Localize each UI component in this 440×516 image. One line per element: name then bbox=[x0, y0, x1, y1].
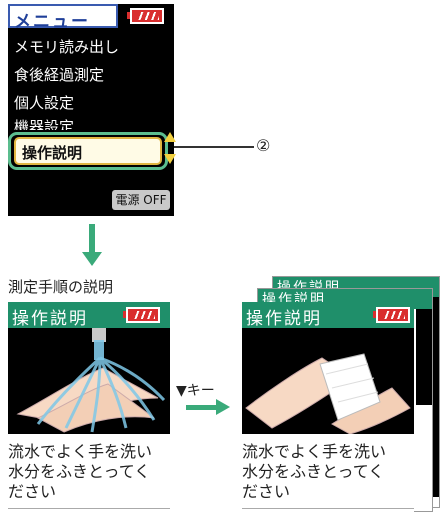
menu-item-personal[interactable]: 個人設定 bbox=[14, 92, 74, 113]
callout-marker: ② bbox=[256, 136, 271, 155]
menu-title: メニュー bbox=[14, 12, 90, 32]
selection-highlight bbox=[8, 132, 168, 170]
scroll-down-icon[interactable] bbox=[164, 154, 176, 164]
down-arrow-head bbox=[82, 252, 102, 266]
instruction-line-3: ださい bbox=[8, 482, 57, 501]
instruction-line-2: 水分をふきとってく bbox=[8, 462, 151, 481]
instruction-line-2: 水分をふきとってく bbox=[242, 462, 385, 481]
battery-tip bbox=[127, 12, 130, 19]
battery-icon bbox=[130, 8, 164, 24]
stacked-screen-edge bbox=[416, 309, 432, 405]
hand-washing-icon bbox=[16, 328, 166, 433]
operation-screen-1: 操作説明 流水でよく手を洗い 水分をふきとってく ださい bbox=[8, 302, 170, 516]
screen-bottom-line bbox=[242, 508, 414, 509]
down-arrow bbox=[89, 224, 95, 254]
screen-title: 操作説明 bbox=[12, 309, 88, 329]
battery-tip bbox=[123, 311, 126, 318]
scroll-up-icon[interactable] bbox=[164, 132, 176, 142]
down-key-label: ▼キー bbox=[176, 383, 215, 399]
towel-drying-icon bbox=[245, 353, 411, 435]
hand-washing-illustration bbox=[8, 328, 170, 434]
power-off-button[interactable]: 電源 OFF bbox=[112, 190, 170, 210]
next-arrow bbox=[186, 405, 218, 410]
battery-tip bbox=[373, 311, 376, 318]
menu-title-bar: メニュー bbox=[8, 4, 118, 32]
next-arrow-head bbox=[216, 399, 230, 415]
instruction-line-1: 流水でよく手を洗い bbox=[8, 442, 153, 461]
screen-bottom-line bbox=[8, 508, 170, 509]
menu-item-post-meal[interactable]: 食後経過測定 bbox=[14, 64, 104, 85]
screen-header: 操作説明 bbox=[242, 302, 414, 329]
instruction-line-1: 流水でよく手を洗い bbox=[242, 442, 387, 461]
procedure-caption: 測定手順の説明 bbox=[8, 278, 114, 296]
towel-drying-illustration bbox=[242, 328, 414, 435]
instruction-line-3: ださい bbox=[242, 482, 291, 501]
menu-item-memory[interactable]: メモリ読み出し bbox=[14, 36, 119, 57]
menu-screen: メニュー メモリ読み出し 食後経過測定 個人設定 機器設定 操作説明 電源 OF… bbox=[8, 4, 176, 216]
operation-screen-2: 操作説明 流水でよく手を洗い 水分をふきとってく ださい bbox=[242, 302, 414, 516]
menu-item-device[interactable]: 機器設定 bbox=[14, 116, 74, 130]
screen-header: 操作説明 bbox=[8, 302, 170, 329]
battery-icon bbox=[376, 307, 410, 323]
battery-icon bbox=[126, 307, 160, 323]
callout-line bbox=[174, 146, 254, 148]
screen-title: 操作説明 bbox=[246, 309, 322, 329]
